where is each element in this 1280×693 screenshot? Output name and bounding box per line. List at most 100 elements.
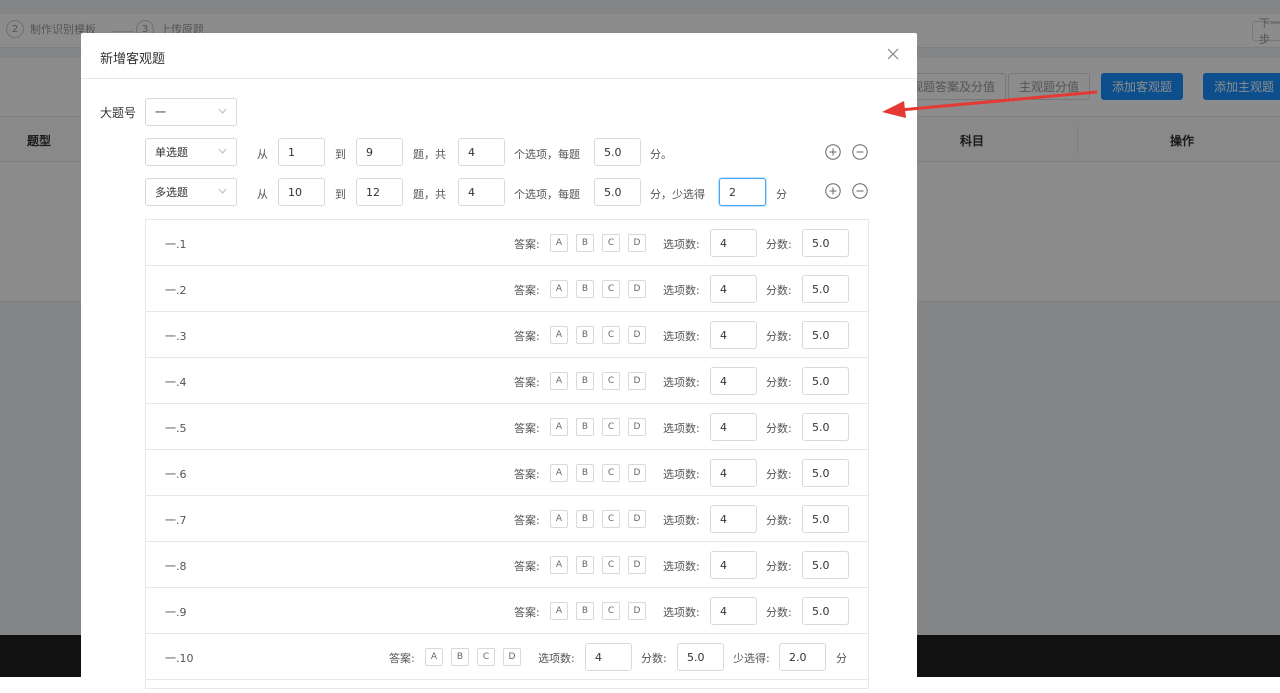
option-d[interactable]: D — [628, 418, 646, 436]
option-d[interactable]: D — [628, 280, 646, 298]
option-a[interactable]: A — [550, 464, 568, 482]
option-a[interactable]: A — [550, 234, 568, 252]
option-c[interactable]: C — [602, 510, 620, 528]
to-input[interactable]: 12 — [356, 178, 403, 206]
total-label: 题，共 — [413, 188, 446, 201]
option-d[interactable]: D — [628, 234, 646, 252]
score-label: 分数: — [641, 652, 667, 665]
option-count-input[interactable]: 4 — [710, 367, 757, 395]
option-d[interactable]: D — [628, 326, 646, 344]
option-c[interactable]: C — [602, 372, 620, 390]
option-c[interactable]: C — [602, 556, 620, 574]
option-count-label: 选项数: — [663, 284, 700, 297]
score-input[interactable]: 5.0 — [802, 367, 849, 395]
from-input[interactable]: 1 — [278, 138, 325, 166]
add-circle-icon[interactable] — [825, 144, 841, 160]
option-a[interactable]: A — [425, 648, 443, 666]
from-input[interactable]: 10 — [278, 178, 325, 206]
option-c[interactable]: C — [602, 280, 620, 298]
option-b[interactable]: B — [576, 234, 594, 252]
option-a[interactable]: A — [550, 418, 568, 436]
score-input[interactable]: 5.0 — [594, 138, 641, 166]
to-input[interactable]: 9 — [356, 138, 403, 166]
option-a[interactable]: A — [550, 372, 568, 390]
option-b[interactable]: B — [576, 602, 594, 620]
option-c[interactable]: C — [477, 648, 495, 666]
option-b[interactable]: B — [576, 418, 594, 436]
remove-circle-icon[interactable] — [852, 183, 868, 199]
question-number: 一.5 — [165, 422, 187, 435]
option-b[interactable]: B — [576, 510, 594, 528]
option-c[interactable]: C — [602, 234, 620, 252]
option-count-input[interactable]: 4 — [710, 597, 757, 625]
option-b[interactable]: B — [576, 280, 594, 298]
option-count-label: 选项数: — [663, 606, 700, 619]
from-label: 从 — [257, 148, 268, 161]
partial-score-input[interactable]: 2 — [719, 178, 766, 206]
option-b[interactable]: B — [576, 326, 594, 344]
option-a[interactable]: A — [550, 280, 568, 298]
option-count-input[interactable]: 4 — [710, 321, 757, 349]
option-a[interactable]: A — [550, 510, 568, 528]
partial-score-input[interactable]: 2.0 — [779, 643, 826, 671]
option-d[interactable]: D — [628, 510, 646, 528]
option-b[interactable]: B — [451, 648, 469, 666]
option-count-input[interactable]: 4 — [710, 505, 757, 533]
option-count-input[interactable]: 4 — [710, 275, 757, 303]
options-input[interactable]: 4 — [458, 178, 505, 206]
add-objective-modal: 新增客观题 大题号 一 单选题 从 1 到 9 题，共 4 个选项，每题 5.0… — [81, 33, 917, 693]
option-count-input[interactable]: 4 — [710, 551, 757, 579]
option-d[interactable]: D — [628, 556, 646, 574]
big-question-select[interactable]: 一 — [145, 98, 237, 126]
option-d[interactable]: D — [628, 372, 646, 390]
score-input[interactable]: 5.0 — [802, 229, 849, 257]
chevron-down-icon — [218, 148, 227, 154]
option-d[interactable]: D — [628, 464, 646, 482]
option-b[interactable]: B — [576, 556, 594, 574]
question-type-select[interactable]: 多选题 — [145, 178, 237, 206]
question-type-select[interactable]: 单选题 — [145, 138, 237, 166]
score-input[interactable]: 5.0 — [594, 178, 641, 206]
partial-suffix: 分 — [776, 188, 787, 201]
to-label: 到 — [335, 148, 346, 161]
option-a[interactable]: A — [550, 602, 568, 620]
remove-circle-icon[interactable] — [852, 144, 868, 160]
option-count-input[interactable]: 4 — [710, 229, 757, 257]
question-number: 一.6 — [165, 468, 187, 481]
score-input[interactable]: 5.0 — [802, 321, 849, 349]
option-b[interactable]: B — [576, 464, 594, 482]
question-number: 一.9 — [165, 606, 187, 619]
score-input[interactable]: 5.0 — [802, 505, 849, 533]
option-c[interactable]: C — [602, 602, 620, 620]
options-label: 个选项，每题 — [514, 188, 580, 201]
score-input[interactable]: 5.0 — [802, 597, 849, 625]
option-count-input[interactable]: 4 — [585, 643, 632, 671]
score-input[interactable]: 5.0 — [802, 275, 849, 303]
partial-label: 少选得: — [733, 652, 770, 665]
question-number: 一.2 — [165, 284, 187, 297]
score-input[interactable]: 5.0 — [677, 643, 724, 671]
question-number: 一.10 — [165, 652, 194, 665]
score-input[interactable]: 5.0 — [802, 413, 849, 441]
option-d[interactable]: D — [503, 648, 521, 666]
option-a[interactable]: A — [550, 326, 568, 344]
close-icon[interactable] — [885, 46, 901, 62]
option-count-input[interactable]: 4 — [710, 413, 757, 441]
question-table: 一.1 答案: A B C D 选项数: 4 分数: 5.0 一.2 答案: A… — [145, 219, 869, 689]
options-input[interactable]: 4 — [458, 138, 505, 166]
options-label: 个选项，每题 — [514, 148, 580, 161]
answer-label: 答案: — [389, 652, 415, 665]
question-number: 一.7 — [165, 514, 187, 527]
add-circle-icon[interactable] — [825, 183, 841, 199]
option-c[interactable]: C — [602, 464, 620, 482]
option-a[interactable]: A — [550, 556, 568, 574]
score-input[interactable]: 5.0 — [802, 459, 849, 487]
answer-label: 答案: — [514, 330, 540, 343]
option-d[interactable]: D — [628, 602, 646, 620]
option-b[interactable]: B — [576, 372, 594, 390]
option-c[interactable]: C — [602, 418, 620, 436]
option-c[interactable]: C — [602, 326, 620, 344]
score-input[interactable]: 5.0 — [802, 551, 849, 579]
option-count-label: 选项数: — [663, 330, 700, 343]
option-count-input[interactable]: 4 — [710, 459, 757, 487]
